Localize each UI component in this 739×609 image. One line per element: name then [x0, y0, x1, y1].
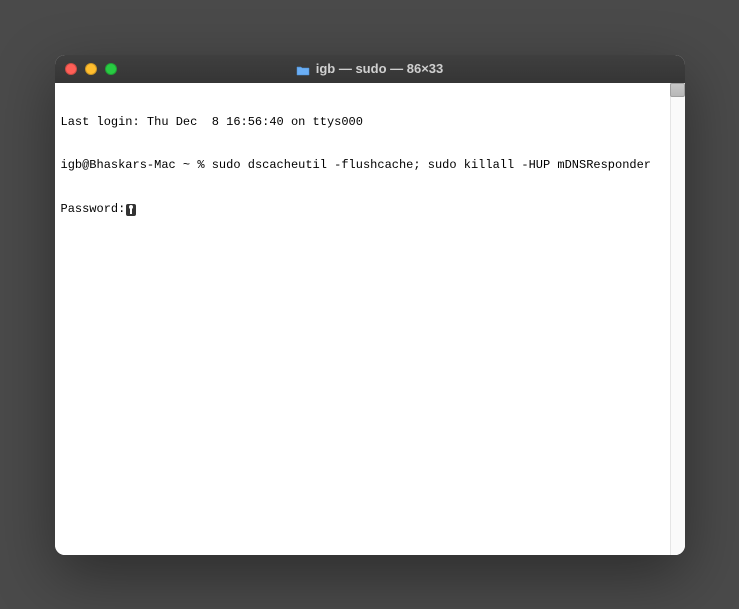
window-title: igb — sudo — 86×33	[316, 61, 444, 76]
command-line: igb@Bhaskars-Mac ~ % sudo dscacheutil -f…	[61, 158, 679, 172]
maximize-button[interactable]	[105, 63, 117, 75]
scrollbar-thumb[interactable]	[670, 83, 685, 97]
titlebar[interactable]: igb — sudo — 86×33	[55, 55, 685, 83]
command-text: sudo dscacheutil -flushcache; sudo killa…	[212, 158, 651, 172]
minimize-button[interactable]	[85, 63, 97, 75]
terminal-body[interactable]: Last login: Thu Dec 8 16:56:40 on ttys00…	[55, 83, 685, 555]
terminal-window: igb — sudo — 86×33 Last login: Thu Dec 8…	[55, 55, 685, 555]
password-line: Password:	[61, 202, 679, 216]
close-button[interactable]	[65, 63, 77, 75]
scrollbar-track[interactable]	[670, 83, 685, 555]
title-wrap: igb — sudo — 86×33	[55, 55, 685, 83]
prompt: igb@Bhaskars-Mac ~ %	[61, 158, 212, 172]
password-label: Password:	[61, 202, 126, 216]
last-login-line: Last login: Thu Dec 8 16:56:40 on ttys00…	[61, 115, 679, 129]
key-icon	[126, 204, 136, 216]
folder-icon	[296, 63, 310, 74]
traffic-lights	[65, 63, 117, 75]
